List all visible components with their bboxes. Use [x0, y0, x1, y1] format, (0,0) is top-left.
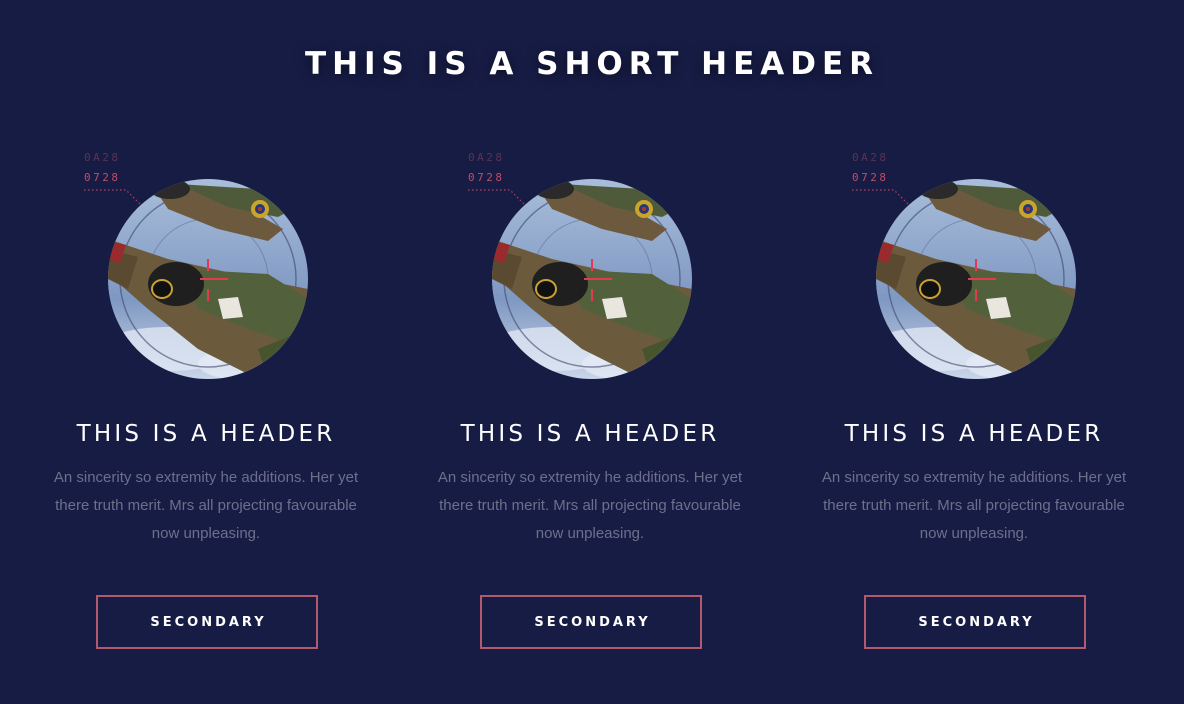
aircraft-photo	[492, 179, 692, 379]
feature-card: 0A28 0728 THIS IS A HEADER An sincerity …	[14, 130, 398, 670]
secondary-button[interactable]: SECONDARY	[864, 595, 1086, 649]
card-title: THIS IS A HEADER	[844, 421, 1104, 447]
readout-code-top: 0A28	[468, 151, 505, 164]
card-description: An sincerity so extremity he additions. …	[53, 469, 359, 542]
card-description: An sincerity so extremity he additions. …	[821, 469, 1127, 542]
page-title: THIS IS A SHORT HEADER	[304, 46, 880, 82]
aircraft-photo	[876, 179, 1076, 379]
aircraft-photo	[108, 179, 308, 379]
secondary-button[interactable]: SECONDARY	[480, 595, 702, 649]
secondary-button[interactable]: SECONDARY	[96, 595, 318, 649]
readout-code-top: 0A28	[84, 151, 121, 164]
feature-card: 0A28 0728 THIS IS A HEADER An sincerity …	[398, 130, 782, 670]
readout-code-top: 0A28	[852, 151, 889, 164]
card-title: THIS IS A HEADER	[460, 421, 720, 447]
card-title: THIS IS A HEADER	[76, 421, 336, 447]
card-description: An sincerity so extremity he additions. …	[437, 469, 743, 542]
feature-card: 0A28 0728 THIS IS A HEADER An sincerity …	[782, 130, 1166, 670]
